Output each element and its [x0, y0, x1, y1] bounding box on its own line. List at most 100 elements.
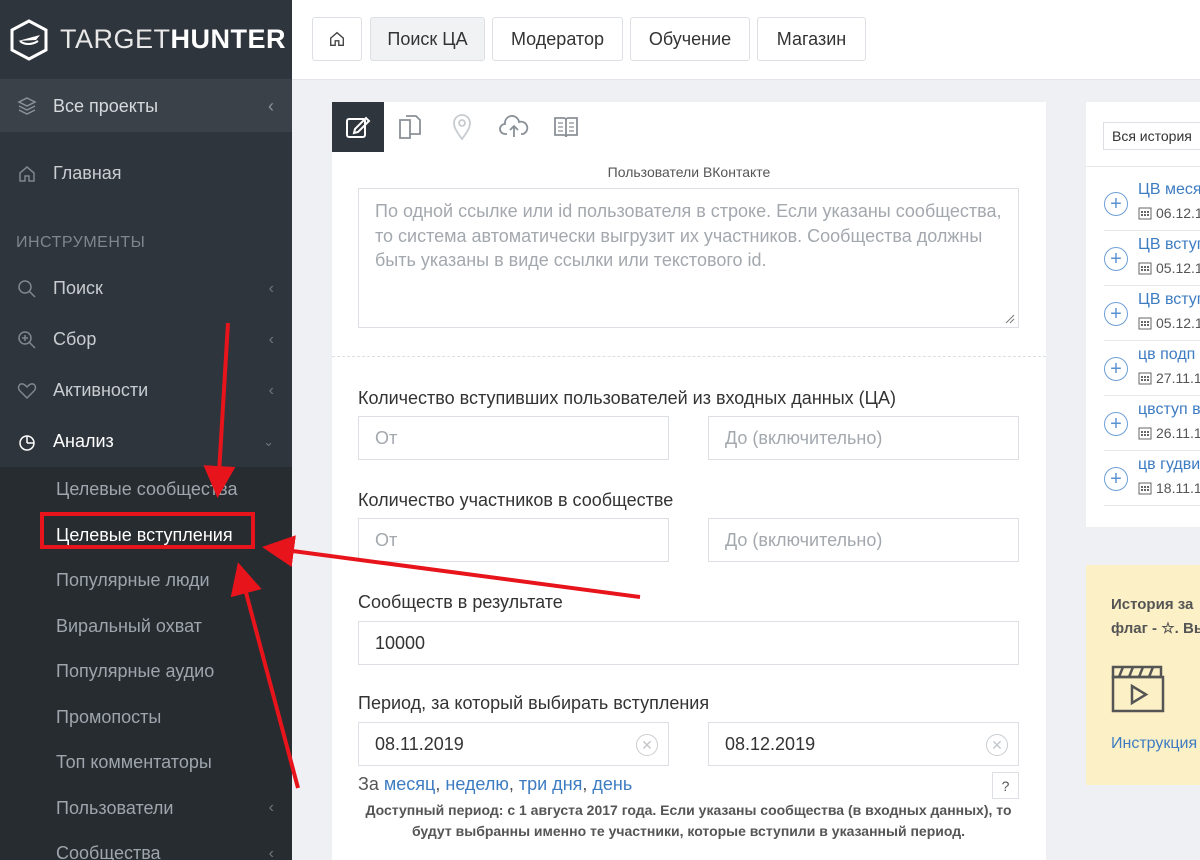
result-count-input[interactable]: 10000 — [358, 621, 1019, 665]
history-item-title[interactable]: цв гудви — [1138, 456, 1200, 474]
tab-upload[interactable] — [488, 102, 540, 152]
plus-circle-icon[interactable]: + — [1104, 302, 1128, 326]
joined-from-input[interactable]: От — [358, 416, 669, 460]
calendar-icon — [1138, 207, 1152, 220]
card-tabs — [332, 102, 1046, 152]
sidebar-item-label: Все проекты — [53, 95, 159, 116]
joined-to-input[interactable]: До (включительно) — [708, 416, 1019, 460]
plus-circle-icon[interactable]: + — [1104, 412, 1128, 436]
sidebar-item-analysis[interactable]: Анализ ⌄ — [0, 416, 292, 467]
period-day-link[interactable]: день — [592, 774, 632, 794]
sidebar-item-collect[interactable]: Сбор ‹ — [0, 314, 292, 365]
sidebar-item-label: Активности — [53, 380, 149, 400]
logo-text: TARGETHUNTER — [60, 24, 286, 55]
submenu-item-target-communities[interactable]: Целевые сообщества — [0, 467, 292, 513]
history-item[interactable]: + цвступ в 26.11.1 — [1104, 396, 1200, 451]
tab-training[interactable]: Обучение — [630, 17, 750, 61]
plus-circle-icon[interactable]: + — [1104, 247, 1128, 271]
help-button[interactable]: ? — [992, 772, 1019, 799]
period-label: Период, за который выбирать вступления — [358, 693, 710, 713]
submenu-item-top-commenters[interactable]: Топ комментаторы — [0, 740, 292, 786]
history-filter-select[interactable]: Вся история — [1103, 122, 1200, 150]
submenu-item-target-joins[interactable]: Целевые вступления — [0, 513, 292, 559]
members-to-input[interactable]: До (включительно) — [708, 518, 1019, 562]
submenu-item-viral-reach[interactable]: Виральный охват — [0, 604, 292, 650]
history-item[interactable]: + цв гудви 18.11.1 — [1104, 451, 1200, 506]
calendar-icon — [1138, 372, 1152, 385]
history-item-date: 06.12.1 — [1138, 205, 1200, 221]
tab-edit[interactable] — [332, 102, 384, 152]
tip-line: флаг - ☆. Вы — [1111, 620, 1200, 637]
history-item-date-text: 26.11.1 — [1156, 425, 1200, 441]
calendar-icon — [1138, 482, 1152, 495]
chevron-down-icon: ⌄ — [263, 433, 274, 449]
period-three-days-link[interactable]: три дня — [519, 774, 583, 794]
video-clapper-icon[interactable] — [1111, 663, 1165, 713]
period-week-link[interactable]: неделю — [445, 774, 508, 794]
history-item-title[interactable]: ЦВ вступ — [1138, 291, 1200, 309]
plus-circle-icon[interactable]: + — [1104, 467, 1128, 491]
plus-circle-icon[interactable]: + — [1104, 357, 1128, 381]
sidebar-item-label: Сбор — [53, 329, 97, 349]
sidebar-item-label: Поиск — [53, 278, 103, 298]
members-from-input[interactable]: От — [358, 518, 669, 562]
calendar-icon — [1138, 317, 1152, 330]
clear-icon[interactable]: ✕ — [986, 734, 1008, 756]
history-item[interactable]: + ЦВ вступ 05.12.1 — [1104, 231, 1200, 286]
tab-shop[interactable]: Магазин — [757, 17, 866, 61]
home-icon — [16, 163, 38, 185]
sidebar-item-projects[interactable]: Все проекты ‹ — [0, 80, 292, 132]
sidebar-item-home[interactable]: Главная — [0, 148, 292, 199]
tab-location[interactable] — [436, 102, 488, 152]
plus-circle-icon[interactable]: + — [1104, 192, 1128, 216]
history-item-date-text: 05.12.1 — [1156, 260, 1200, 276]
history-item[interactable]: + ЦВ вступ 05.12.1 — [1104, 286, 1200, 341]
layers-icon — [16, 95, 38, 117]
textarea-placeholder: По одной ссылке или id пользователя в ст… — [375, 201, 1002, 270]
sidebar-item-label: Главная — [53, 163, 122, 183]
submenu-item-communities[interactable]: Сообщества ‹ — [0, 831, 292, 860]
submenu-item-popular-audio[interactable]: Популярные аудио — [0, 649, 292, 695]
tip-text: История за флаг - ☆. Вы — [1111, 593, 1200, 641]
tab-copy[interactable] — [384, 102, 436, 152]
edit-icon — [346, 116, 371, 138]
history-item[interactable]: + цв подп 27.11.1 — [1104, 341, 1200, 396]
logo[interactable]: TARGETHUNTER — [0, 0, 292, 80]
date-to-input[interactable]: 08.12.2019 ✕ — [708, 722, 1019, 766]
instruction-link[interactable]: Инструкция — [1111, 735, 1197, 753]
joined-count-label: Количество вступивших пользователей из в… — [358, 388, 896, 408]
clear-icon[interactable]: ✕ — [636, 734, 658, 756]
sidebar-item-activities[interactable]: Активности ‹ — [0, 365, 292, 416]
book-icon — [554, 117, 578, 138]
home-button[interactable] — [312, 17, 362, 61]
history-item-title[interactable]: цвступ в — [1138, 401, 1200, 419]
date-from-input[interactable]: 08.11.2019 ✕ — [358, 722, 669, 766]
submenu-item-promoposts[interactable]: Промопосты — [0, 695, 292, 741]
history-item-date: 05.12.1 — [1138, 260, 1200, 276]
sidebar-item-search[interactable]: Поиск ‹ — [0, 263, 292, 314]
heart-icon — [16, 380, 38, 402]
history-item-title[interactable]: цв подп — [1138, 346, 1195, 364]
tab-guide[interactable] — [540, 102, 592, 152]
history-item[interactable]: + ЦВ меся 06.12.1 — [1104, 176, 1200, 231]
history-item-date-text: 05.12.1 — [1156, 315, 1200, 331]
sidebar: TARGETHUNTER Все проекты ‹ Главная ИНСТР… — [0, 0, 292, 860]
period-month-link[interactable]: месяц — [384, 774, 435, 794]
map-pin-icon — [453, 114, 471, 141]
history-item-title[interactable]: ЦВ меся — [1138, 181, 1200, 199]
quick-period-links: За месяц, неделю, три дня, день — [358, 774, 633, 794]
chevron-left-icon: ‹ — [268, 799, 274, 817]
submenu-item-popular-people[interactable]: Популярные люди — [0, 558, 292, 604]
home-icon — [330, 31, 344, 46]
tab-search-audience[interactable]: Поиск ЦА — [370, 17, 485, 61]
tab-moderator[interactable]: Модератор — [492, 17, 623, 61]
chevron-left-icon: ‹ — [268, 330, 274, 348]
tip-line: История за — [1111, 596, 1194, 613]
resize-handle-icon[interactable] — [1005, 314, 1015, 324]
history-item-title[interactable]: ЦВ вступ — [1138, 236, 1200, 254]
users-textarea[interactable]: По одной ссылке или id пользователя в ст… — [358, 188, 1019, 328]
date-from-value: 08.11.2019 — [375, 733, 464, 754]
submenu-item-users[interactable]: Пользователи ‹ — [0, 786, 292, 832]
top-bar: Поиск ЦА Модератор Обучение Магазин — [292, 0, 1200, 80]
calendar-icon — [1138, 427, 1152, 440]
